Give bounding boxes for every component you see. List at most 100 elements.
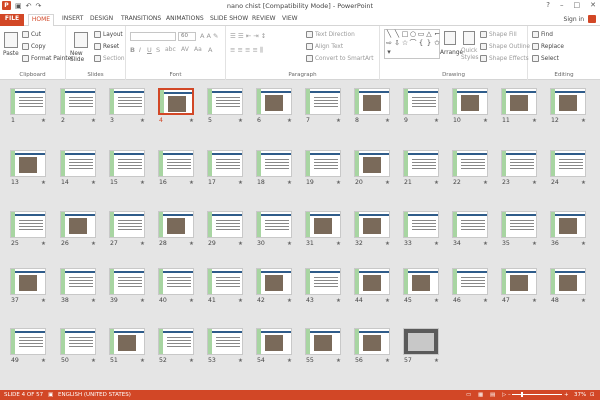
slide-thumbnail[interactable] <box>256 150 292 177</box>
slide-thumbnail[interactable] <box>256 88 292 115</box>
slide-thumbnail[interactable] <box>158 211 194 238</box>
transition-star-icon[interactable]: ★ <box>189 298 194 304</box>
transition-star-icon[interactable]: ★ <box>140 241 145 247</box>
zoom-out-button[interactable]: – <box>508 392 511 398</box>
oval-shape-icon[interactable]: ○ <box>409 30 417 39</box>
transition-star-icon[interactable]: ★ <box>581 180 586 186</box>
transition-star-icon[interactable]: ★ <box>140 180 145 186</box>
replace-button[interactable]: Replace <box>532 43 564 50</box>
slide-thumbnail[interactable] <box>207 150 243 177</box>
language-status[interactable]: ENGLISH (UNITED STATES) <box>58 392 131 398</box>
slide-thumbnail[interactable] <box>158 268 194 295</box>
section-button[interactable]: Section <box>94 55 125 62</box>
slide-thumbnail[interactable] <box>403 150 439 177</box>
paste-button[interactable]: Paste <box>3 51 19 57</box>
transition-star-icon[interactable]: ★ <box>336 241 341 247</box>
tab-view[interactable]: VIEW <box>282 14 298 26</box>
transition-star-icon[interactable]: ★ <box>385 358 390 364</box>
tab-review[interactable]: REVIEW <box>252 14 276 26</box>
slide-thumbnail[interactable] <box>452 211 488 238</box>
transition-star-icon[interactable]: ★ <box>140 358 145 364</box>
slide-thumbnail[interactable] <box>452 88 488 115</box>
transition-star-icon[interactable]: ★ <box>532 118 537 124</box>
transition-star-icon[interactable]: ★ <box>41 358 46 364</box>
tab-animations[interactable]: ANIMATIONS <box>166 14 204 26</box>
slide-thumbnail[interactable] <box>501 88 537 115</box>
slide-thumbnail[interactable] <box>10 268 46 295</box>
font-name-box[interactable] <box>130 32 176 41</box>
transition-star-icon[interactable]: ★ <box>41 298 46 304</box>
maximize-button[interactable]: □ <box>574 1 581 9</box>
shadow-icon[interactable]: S <box>156 46 160 54</box>
transition-star-icon[interactable]: ★ <box>238 358 243 364</box>
transition-star-icon[interactable]: ★ <box>385 118 390 124</box>
transition-star-icon[interactable]: ★ <box>287 180 292 186</box>
transition-star-icon[interactable]: ★ <box>91 118 96 124</box>
slide-thumbnail[interactable] <box>256 268 292 295</box>
slide-thumbnail[interactable] <box>354 268 390 295</box>
arrow2-shape-icon[interactable]: ⇩ <box>393 39 401 48</box>
transition-star-icon[interactable]: ★ <box>91 358 96 364</box>
transition-star-icon[interactable]: ★ <box>238 118 243 124</box>
italic-icon[interactable]: I <box>139 46 141 54</box>
quick-styles-button[interactable]: Quick Styles <box>461 48 479 62</box>
slide-thumbnail[interactable] <box>158 150 194 177</box>
transition-star-icon[interactable]: ★ <box>91 241 96 247</box>
shape-effects-button[interactable]: Shape Effects <box>480 55 529 62</box>
slide-sorter[interactable]: 1 ★ 2 ★ 3 ★ 4 ★ 5 ★ 6 ★ 7 ★ 8 ★ 9 ★ 10 ★ 11 ★ 12 ★ 13 ★ 14 ★ 15 ★ 16 ★ 1… <box>0 80 600 390</box>
strikethrough-icon[interactable]: abc <box>165 46 176 53</box>
slide-thumbnail[interactable] <box>501 150 537 177</box>
slide-thumbnail[interactable] <box>550 268 586 295</box>
transition-star-icon[interactable]: ★ <box>483 298 488 304</box>
transition-star-icon[interactable]: ★ <box>434 241 439 247</box>
slide-thumbnail[interactable] <box>256 328 292 355</box>
transition-star-icon[interactable]: ★ <box>189 241 194 247</box>
rect2-shape-icon[interactable]: ▭ <box>417 30 425 39</box>
transition-star-icon[interactable]: ★ <box>336 298 341 304</box>
transition-star-icon[interactable]: ★ <box>385 241 390 247</box>
transition-star-icon[interactable]: ★ <box>483 180 488 186</box>
zoom-slider-thumb[interactable] <box>521 392 523 397</box>
transition-star-icon[interactable]: ★ <box>434 180 439 186</box>
normal-view-icon[interactable]: ▭ <box>466 392 471 398</box>
zoom-level[interactable]: 37% <box>574 392 586 398</box>
slide-thumbnail[interactable] <box>60 88 96 115</box>
transition-star-icon[interactable]: ★ <box>189 118 194 124</box>
arrange-button[interactable]: Arrange <box>440 50 463 56</box>
slide-thumbnail[interactable] <box>354 328 390 355</box>
text-direction-button[interactable]: Text Direction <box>306 31 355 38</box>
transition-star-icon[interactable]: ★ <box>336 118 341 124</box>
slide-thumbnail[interactable] <box>305 268 341 295</box>
rect-shape-icon[interactable]: □ <box>401 30 409 39</box>
slide-thumbnail[interactable] <box>354 88 390 115</box>
alignment-icon[interactable]: ≡ ≡ ≡ ≡ ⫼ <box>230 46 263 55</box>
line2-shape-icon[interactable]: ╲ <box>393 30 401 39</box>
star2-shape-icon[interactable]: ✩ <box>433 39 441 48</box>
help-icon[interactable]: ? <box>546 1 550 9</box>
transition-star-icon[interactable]: ★ <box>91 298 96 304</box>
shapes-gallery[interactable]: ╲ ╲ □ ○ ▭ △ ⌐ ⇨ ⇩ ☆ ⌒{} ✩ ▾ <box>384 29 440 59</box>
slide-thumbnail[interactable] <box>158 88 194 115</box>
fit-to-window-icon[interactable]: ⊡ <box>590 392 595 398</box>
slide-thumbnail[interactable] <box>207 328 243 355</box>
slide-thumbnail[interactable] <box>60 150 96 177</box>
tab-insert[interactable]: INSERT <box>62 14 83 26</box>
font-grow-shrink-icon[interactable]: A A ✎ <box>200 32 218 40</box>
shape-outline-button[interactable]: Shape Outline <box>480 43 530 50</box>
slide-thumbnail[interactable] <box>305 211 341 238</box>
triangle-shape-icon[interactable]: △ <box>425 30 433 39</box>
minimize-button[interactable]: – <box>560 1 564 9</box>
slide-thumbnail[interactable] <box>452 268 488 295</box>
sign-in-link[interactable]: Sign in <box>564 16 584 23</box>
slide-thumbnail[interactable] <box>501 268 537 295</box>
transition-star-icon[interactable]: ★ <box>483 241 488 247</box>
slide-thumbnail[interactable] <box>10 211 46 238</box>
shape-fill-button[interactable]: Shape Fill <box>480 31 517 38</box>
tab-slide-show[interactable]: SLIDE SHOW <box>210 14 248 26</box>
brace2-shape-icon[interactable]: } <box>425 39 433 48</box>
transition-star-icon[interactable]: ★ <box>385 180 390 186</box>
slide-thumbnail[interactable] <box>550 88 586 115</box>
slide-thumbnail[interactable] <box>256 211 292 238</box>
line-shape-icon[interactable]: ╲ <box>385 30 393 39</box>
slide-thumbnail[interactable] <box>60 268 96 295</box>
